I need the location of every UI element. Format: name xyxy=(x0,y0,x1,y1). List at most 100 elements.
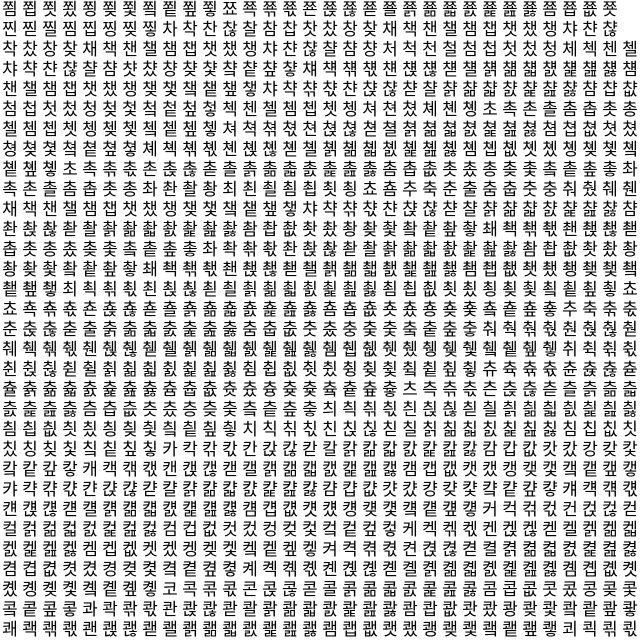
glyph-cell: 츭 xyxy=(22,400,38,420)
glyph-cell: 쳹 xyxy=(402,140,418,160)
glyph-cell: 쵶 xyxy=(582,280,598,300)
glyph-cell: 챙 xyxy=(122,80,138,100)
glyph-cell: 콘 xyxy=(242,580,258,600)
grid-row: 챈챌챔챕챗챘챙챚챛챜챝챞챟챠챡챢챣챤챥챦챧챨챩챪챫챬챭챮챯챰챱챲 xyxy=(0,80,640,100)
glyph-cell: 컱 xyxy=(102,520,118,540)
glyph-cell: 켩 xyxy=(582,540,598,560)
glyph-cell: 춳 xyxy=(542,320,558,340)
glyph-cell: 촲 xyxy=(202,220,218,240)
glyph-cell: 켃 xyxy=(462,520,478,540)
glyph-cell: 칋 xyxy=(622,400,638,420)
glyph-cell: 첰 xyxy=(142,100,158,120)
glyph-cell: 쬠 xyxy=(2,0,18,20)
glyph-cell: 컴 xyxy=(162,520,178,540)
glyph-cell: 칛 xyxy=(302,420,318,440)
glyph-cell: 촁 xyxy=(562,140,578,160)
glyph-cell: 춧 xyxy=(522,180,538,200)
glyph-cell: 챧 xyxy=(442,200,458,220)
glyph-cell: 쬩 xyxy=(162,0,178,20)
glyph-cell: 쬸 xyxy=(462,0,478,20)
glyph-cell: 쬱 xyxy=(322,0,338,20)
glyph-cell: 캊 xyxy=(602,440,618,460)
glyph-cell: 컏 xyxy=(62,500,78,520)
glyph-cell: 촾 xyxy=(442,220,458,240)
glyph-cell: 촙 xyxy=(582,100,598,120)
glyph-cell: 촥 xyxy=(222,240,238,260)
glyph-cell: 칲 xyxy=(122,440,138,460)
glyph-cell: 캨 xyxy=(562,460,578,480)
glyph-cell: 컔 xyxy=(162,500,178,520)
glyph-cell: 촿 xyxy=(462,220,478,240)
glyph-cell: 찻 xyxy=(302,20,318,40)
glyph-cell: 췿 xyxy=(382,360,398,380)
glyph-cell: 췯 xyxy=(62,360,78,380)
glyph-cell: 췭 xyxy=(22,360,38,380)
glyph-cell: 춈 xyxy=(322,300,338,320)
glyph-cell: 처 xyxy=(382,40,398,60)
glyph-cell: 칢 xyxy=(442,420,458,440)
glyph-cell: 쬥 xyxy=(82,0,98,20)
glyph-cell: 촧 xyxy=(262,240,278,260)
glyph-cell: 츰 xyxy=(82,400,98,420)
glyph-cell: 촐 xyxy=(542,100,558,120)
glyph-cell: 쾒 xyxy=(122,620,138,640)
glyph-cell: 쵠 xyxy=(142,280,158,300)
glyph-cell: 촀 xyxy=(542,140,558,160)
glyph-cell: 켚 xyxy=(282,540,298,560)
glyph-cell: 콣 xyxy=(462,580,478,600)
glyph-cell: 컅 xyxy=(502,480,518,500)
glyph-cell: 춞 xyxy=(122,320,138,340)
glyph-cell: 쾁 xyxy=(422,600,438,620)
glyph-cell: 컍 xyxy=(22,500,38,520)
glyph-cell: 촋 xyxy=(122,160,138,180)
glyph-cell: 코 xyxy=(162,580,178,600)
glyph-cell: 쳐 xyxy=(222,120,238,140)
glyph-cell: 츌 xyxy=(2,380,18,400)
glyph-cell: 첱 xyxy=(162,100,178,120)
glyph-cell: 콟 xyxy=(382,580,398,600)
glyph-cell: 촄 xyxy=(622,140,638,160)
grid-row: 촅촆촇초촉촊촋촌촍촎촏촐촑촒촓촔촕촖촗촘촙촚촛촜총촞촟촠촡촢촣촤 xyxy=(0,160,640,180)
glyph-cell: 콼 xyxy=(322,600,338,620)
glyph-cell: 챤 xyxy=(342,80,358,100)
glyph-cell: 쵭 xyxy=(302,180,318,200)
glyph-cell: 쵔 xyxy=(542,260,558,280)
glyph-cell: 츦 xyxy=(522,380,538,400)
glyph-cell: 쳇 xyxy=(62,120,78,140)
glyph-cell: 쳅 xyxy=(42,120,58,140)
glyph-cell: 켮 xyxy=(42,560,58,580)
glyph-cell: 촲 xyxy=(482,240,498,260)
grid-row: 췬췭췮췯췰췱췲췳췴췵췶췷췸췹췺췻췼췽췾췿츀츁츂츃츄츅츆츇츈츉츊츋 xyxy=(0,360,640,380)
glyph-cell: 츪 xyxy=(602,380,618,400)
glyph-cell: 콒 xyxy=(122,580,138,600)
glyph-cell: 츮 xyxy=(42,400,58,420)
glyph-cell: 춱 xyxy=(502,320,518,340)
glyph-cell: 콖 xyxy=(202,580,218,600)
glyph-cell: 쳠 xyxy=(542,120,558,140)
glyph-cell: 쳩 xyxy=(82,140,98,160)
glyph-cell: 챹 xyxy=(242,60,258,80)
glyph-cell: 컋 xyxy=(622,480,638,500)
glyph-cell: 챡 xyxy=(282,80,298,100)
glyph-cell: 츗 xyxy=(222,380,238,400)
glyph-cell: 촷 xyxy=(302,220,318,240)
glyph-cell: 찔 xyxy=(42,20,58,40)
glyph-cell: 츺 xyxy=(282,400,298,420)
glyph-cell: 츳 xyxy=(142,400,158,420)
glyph-cell: 쬯 xyxy=(282,0,298,20)
glyph-cell: 쳍 xyxy=(162,120,178,140)
glyph-cell: 쵟 xyxy=(122,280,138,300)
glyph-cell: 켿 xyxy=(382,560,398,580)
glyph-cell: 촫 xyxy=(62,220,78,240)
glyph-cell: 칄 xyxy=(482,400,498,420)
grid-row: 캬캭캮캯캰캱캲캳캴캵캶캷캸캹캺캻캼캽캾캿컀컁컂컃컄컅컆컇컈컉컊컋 xyxy=(0,480,640,500)
grid-row: 촉촌촐촘촙촛총촤촨촬촹최쵠쵤쵬쵭쵯쵱쵸춈추축춘출춤춥춧충춰췄췌췐 xyxy=(0,180,640,200)
glyph-cell: 쵺 xyxy=(42,300,58,320)
glyph-cell: 촘 xyxy=(62,180,78,200)
glyph-cell: 캪 xyxy=(602,460,618,480)
glyph-cell: 촃 xyxy=(602,140,618,160)
glyph-cell: 쾎 xyxy=(42,620,58,640)
glyph-cell: 챠 xyxy=(562,20,578,40)
glyph-cell: 췺 xyxy=(282,360,298,380)
glyph-cell: 켓 xyxy=(142,540,158,560)
